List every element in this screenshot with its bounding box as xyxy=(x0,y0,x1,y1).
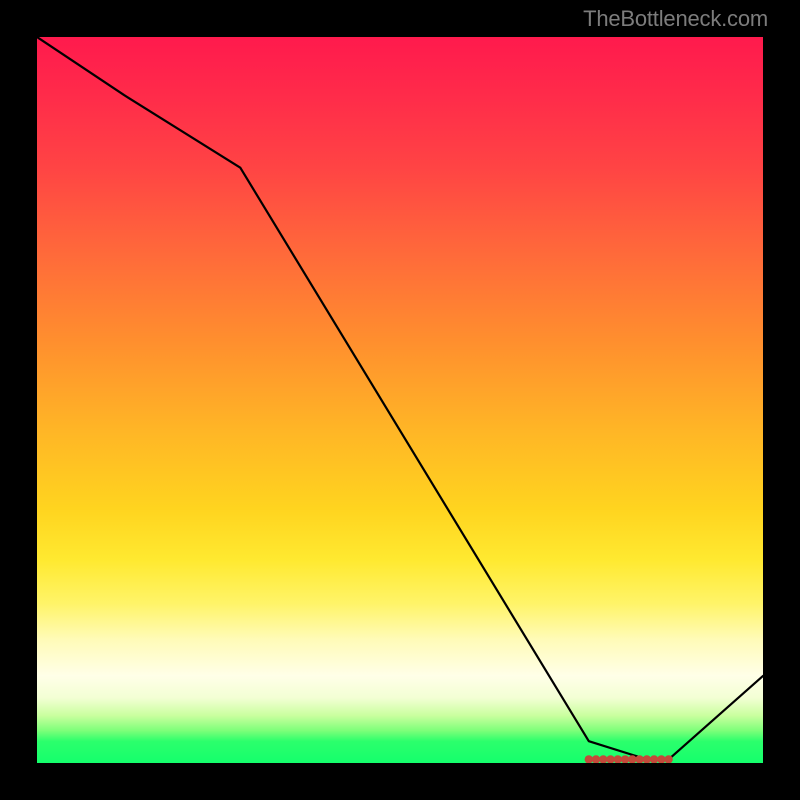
marker-dot xyxy=(606,755,614,763)
marker-dot xyxy=(650,755,658,763)
marker-dot xyxy=(599,755,607,763)
chart-svg xyxy=(37,37,763,763)
marker-dot xyxy=(657,755,665,763)
line-series xyxy=(37,37,763,759)
marker-dot xyxy=(628,755,636,763)
bottleneck-curve xyxy=(37,37,763,759)
marker-dot xyxy=(664,755,672,763)
watermark-text: TheBottleneck.com xyxy=(583,6,768,32)
marker-dot xyxy=(643,755,651,763)
optimal-zone-markers xyxy=(585,755,673,763)
plot-area xyxy=(37,37,763,763)
marker-dot xyxy=(621,755,629,763)
marker-dot xyxy=(592,755,600,763)
marker-dot xyxy=(585,755,593,763)
marker-dot xyxy=(635,755,643,763)
chart-frame: TheBottleneck.com xyxy=(0,0,800,800)
marker-dot xyxy=(614,755,622,763)
